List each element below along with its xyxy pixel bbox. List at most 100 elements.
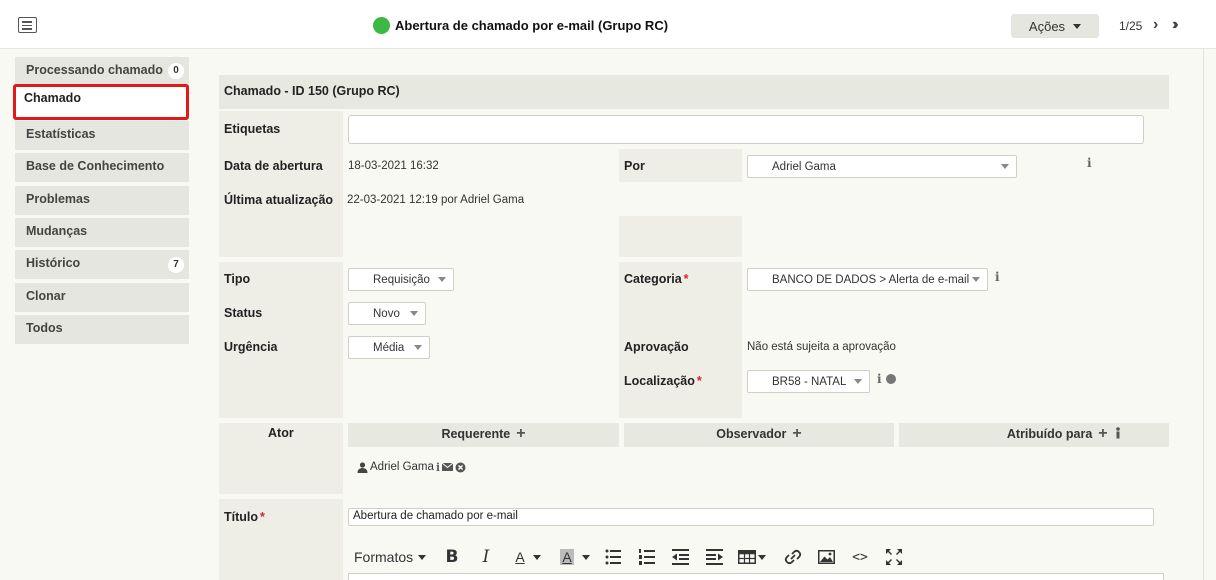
add-requester-icon[interactable]: +	[516, 425, 525, 442]
tags-input[interactable]	[348, 115, 1144, 144]
tab-history[interactable]: Histórico 7	[15, 250, 189, 279]
chevron-down-icon	[418, 554, 427, 560]
location-label: Localização *	[624, 374, 702, 388]
remove-icon[interactable]	[455, 462, 466, 473]
highlight-icon: A	[560, 549, 574, 565]
tab-label: Problemas	[26, 192, 90, 206]
category-select[interactable]: BANCO DE DADOS > Alerta de e-mail	[747, 268, 988, 291]
chevron-down-icon	[758, 554, 766, 560]
approval-label: Aprovação	[624, 340, 689, 354]
tab-statistics[interactable]: Estatísticas	[15, 121, 189, 150]
link-icon[interactable]	[784, 545, 802, 569]
image-icon[interactable]	[818, 545, 835, 569]
last-ticket-icon[interactable]: ››	[1172, 16, 1178, 34]
status-select[interactable]: Novo	[348, 302, 426, 325]
tab-knowledge-base[interactable]: Base de Conhecimento	[15, 153, 189, 182]
actions-label: Ações	[1028, 18, 1066, 34]
user-icon	[357, 461, 368, 473]
divider	[1203, 48, 1204, 580]
text-color-icon: A	[515, 549, 525, 565]
category-select-value: BANCO DE DADOS > Alerta de e-mail	[772, 274, 970, 286]
description-editor[interactable]	[348, 573, 1164, 580]
code-button[interactable]: <>	[850, 545, 870, 569]
indent-icon[interactable]	[706, 545, 723, 569]
opening-date-label: Data de abertura	[224, 159, 323, 173]
list-menu-icon[interactable]	[18, 17, 37, 33]
chevron-down-icon	[1001, 164, 1009, 169]
chevron-down-icon	[532, 554, 541, 560]
info-icon[interactable]: i	[877, 372, 882, 386]
status-new-icon	[373, 16, 390, 34]
ticket-title: Abertura de chamado por e-mail (Grupo RC…	[395, 17, 669, 33]
tab-label: Processando chamado	[26, 63, 163, 77]
actor-label: Ator	[268, 426, 294, 440]
opening-date-value: 18-03-2021 16:32	[348, 160, 439, 172]
divider	[0, 48, 1216, 49]
chevron-down-icon	[438, 277, 446, 282]
chevron-down-icon	[414, 345, 422, 350]
status-select-value: Novo	[373, 308, 400, 320]
next-ticket-icon[interactable]: ›	[1153, 16, 1158, 34]
table-button[interactable]	[738, 545, 766, 569]
fullscreen-icon[interactable]	[885, 545, 903, 569]
chevron-down-icon	[410, 311, 418, 316]
tags-label: Etiquetas	[224, 122, 281, 136]
bullet-list-icon[interactable]	[605, 545, 621, 569]
label-cell	[619, 216, 742, 257]
bold-button[interactable]: B	[444, 545, 460, 569]
tab-label: Clonar	[26, 289, 66, 303]
type-select-value: Requisição	[373, 274, 430, 286]
table-icon	[738, 550, 756, 564]
add-assignee-icon[interactable]: +	[1098, 425, 1107, 442]
chevron-down-icon	[1073, 23, 1082, 29]
by-label: Por	[624, 159, 645, 173]
actions-button[interactable]: Ações	[1011, 14, 1099, 38]
tab-clone[interactable]: Clonar	[15, 283, 189, 312]
tab-label: Chamado	[24, 91, 81, 105]
formats-dropdown[interactable]: Formatos	[354, 545, 427, 569]
tab-label: Todos	[26, 321, 63, 335]
text-color-button[interactable]: A	[508, 545, 548, 569]
add-observer-icon[interactable]: +	[792, 425, 801, 442]
assigned-header: Atribuído para +	[899, 423, 1169, 447]
pager-count: 1/25	[1119, 19, 1143, 33]
by-select-value: Adriel Gama	[772, 161, 836, 173]
status-label: Status	[224, 306, 263, 320]
italic-button[interactable]: I	[478, 545, 494, 569]
chevron-down-icon	[581, 554, 590, 560]
ticket-title-wrap: Abertura de chamado por e-mail (Grupo RC…	[373, 15, 668, 35]
observer-header: Observador +	[624, 423, 894, 447]
tab-label: Mudanças	[26, 224, 88, 238]
outdent-icon[interactable]	[672, 545, 689, 569]
user-add-icon[interactable]	[1115, 427, 1121, 439]
tab-label: Estatísticas	[26, 127, 96, 141]
envelope-icon[interactable]	[442, 463, 454, 471]
tab-all[interactable]: Todos	[15, 315, 189, 344]
urgency-select-value: Média	[373, 342, 405, 354]
tab-problems[interactable]: Problemas	[15, 186, 189, 215]
tab-processing-ticket[interactable]: Processando chamado 0	[15, 57, 189, 86]
urgency-label: Urgência	[224, 340, 278, 354]
tab-ticket[interactable]: Chamado	[13, 84, 189, 120]
location-select[interactable]: BR58 - NATAL	[747, 370, 870, 393]
info-icon[interactable]: i	[1087, 156, 1092, 170]
globe-icon[interactable]	[886, 374, 896, 384]
last-update-value: 22-03-2021 12:19 por Adriel Gama	[347, 194, 525, 206]
requester-header: Requerente +	[348, 423, 619, 447]
info-icon[interactable]: i	[436, 461, 440, 474]
tab-label: Histórico	[26, 256, 81, 270]
by-select[interactable]: Adriel Gama	[747, 155, 1017, 178]
tab-label: Base de Conhecimento	[26, 159, 165, 173]
section-title: Chamado - ID 150 (Grupo RC)	[219, 75, 1169, 109]
urgency-select[interactable]: Média	[348, 336, 430, 359]
bg-color-button[interactable]: A	[555, 545, 595, 569]
info-icon[interactable]: i	[995, 270, 1000, 284]
tab-changes[interactable]: Mudanças	[15, 218, 189, 247]
type-select[interactable]: Requisição	[348, 268, 454, 291]
last-update-label: Última atualização	[224, 193, 334, 207]
numbered-list-icon[interactable]	[639, 545, 655, 569]
title-input[interactable]: Abertura de chamado por e-mail	[348, 508, 1154, 526]
requester-entry: Adriel Gama i	[357, 460, 466, 474]
requester-name: Adriel Gama	[370, 461, 434, 473]
approval-value: Não está sujeita a aprovação	[747, 341, 896, 353]
